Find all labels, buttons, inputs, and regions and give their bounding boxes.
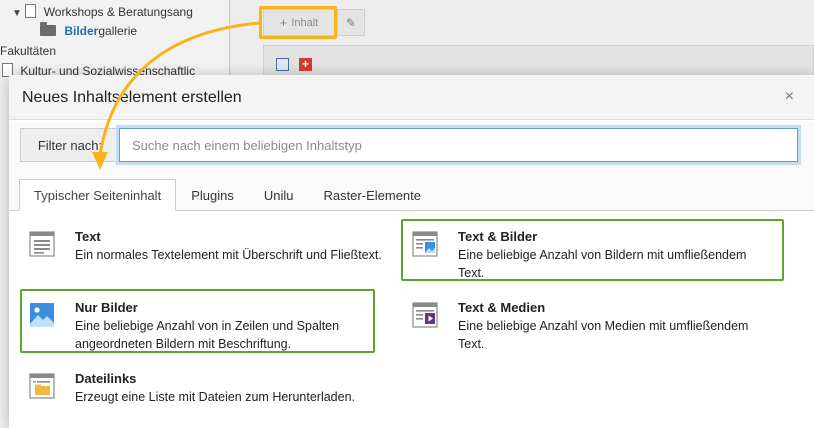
content-type-description: Ein normales Textelement mit Überschrift… [75, 248, 382, 262]
edit-page-button[interactable]: ✎ [337, 9, 365, 36]
disable-icon[interactable]: + [299, 58, 312, 71]
tab-panel-typischer-seiteninhalt: Text Ein normales Textelement mit Übersc… [9, 210, 814, 428]
new-content-element-modal: Neues Inhaltselement erstellen × Filter … [9, 75, 814, 428]
content-type-text[interactable]: Text Ein normales Textelement mit Übersc… [21, 224, 401, 288]
folder-icon [40, 22, 56, 36]
content-type-description: Erzeugt eine Liste mit Dateien zum Herun… [75, 390, 356, 404]
tree-item-bildergallerie[interactable]: Bildergallerie [40, 22, 138, 38]
tree-item-label-highlight: Bilder [64, 24, 99, 38]
page-icon [25, 4, 37, 18]
tab-typischer-seiteninhalt[interactable]: Typischer Seiteninhalt [19, 179, 177, 211]
highlight-box-add-content [259, 6, 337, 39]
tree-item-fakultaeten[interactable]: Fakultäten [0, 44, 56, 58]
content-type-title: Dateilinks [75, 371, 137, 386]
modal-title: Neues Inhaltselement erstellen [22, 89, 242, 106]
modal-body: Filter nach: Typischer Seiteninhalt Plug… [9, 121, 814, 428]
tree-item-workshops[interactable]: ▼ Workshops & Beratungsang [12, 4, 193, 19]
highlight-frame-text-bilder [401, 219, 784, 281]
filter-label: Filter nach: [20, 128, 119, 162]
filter-input-wrapper [119, 128, 798, 162]
filter-input[interactable] [120, 129, 797, 161]
highlight-frame-nur-bilder [20, 289, 375, 353]
content-type-text-medien[interactable]: Text & Medien Eine beliebige Anzahl von … [404, 295, 784, 359]
tree-item-label: Workshops & Beratungsang [43, 5, 193, 19]
tab-unilu[interactable]: Unilu [249, 179, 309, 211]
file-links-icon [29, 373, 55, 399]
close-button[interactable]: × [785, 88, 794, 106]
tab-raster-elemente[interactable]: Raster-Elemente [308, 179, 436, 211]
content-element-icon [276, 58, 289, 71]
tree-item-label-rest: gallerie [98, 24, 138, 38]
text-icon [29, 231, 55, 257]
expand-triangle-icon[interactable]: ▼ [12, 8, 22, 19]
content-type-description: Eine beliebige Anzahl von Medien mit umf… [458, 319, 749, 351]
filter-row: Filter nach: [20, 128, 798, 162]
text-media-icon [412, 302, 438, 328]
content-type-dateilinks[interactable]: Dateilinks Erzeugt eine Liste mit Dateie… [21, 366, 401, 428]
edit-icon: ✎ [345, 15, 357, 30]
content-type-title: Text [75, 229, 101, 244]
tree-item-label: Fakultäten [0, 44, 57, 58]
content-type-title: Text & Medien [458, 300, 546, 315]
tab-plugins[interactable]: Plugins [176, 179, 249, 211]
modal-header: Neues Inhaltselement erstellen × [9, 75, 814, 120]
content-type-tabs: Typischer Seiteninhalt Plugins Unilu Ras… [19, 179, 436, 211]
